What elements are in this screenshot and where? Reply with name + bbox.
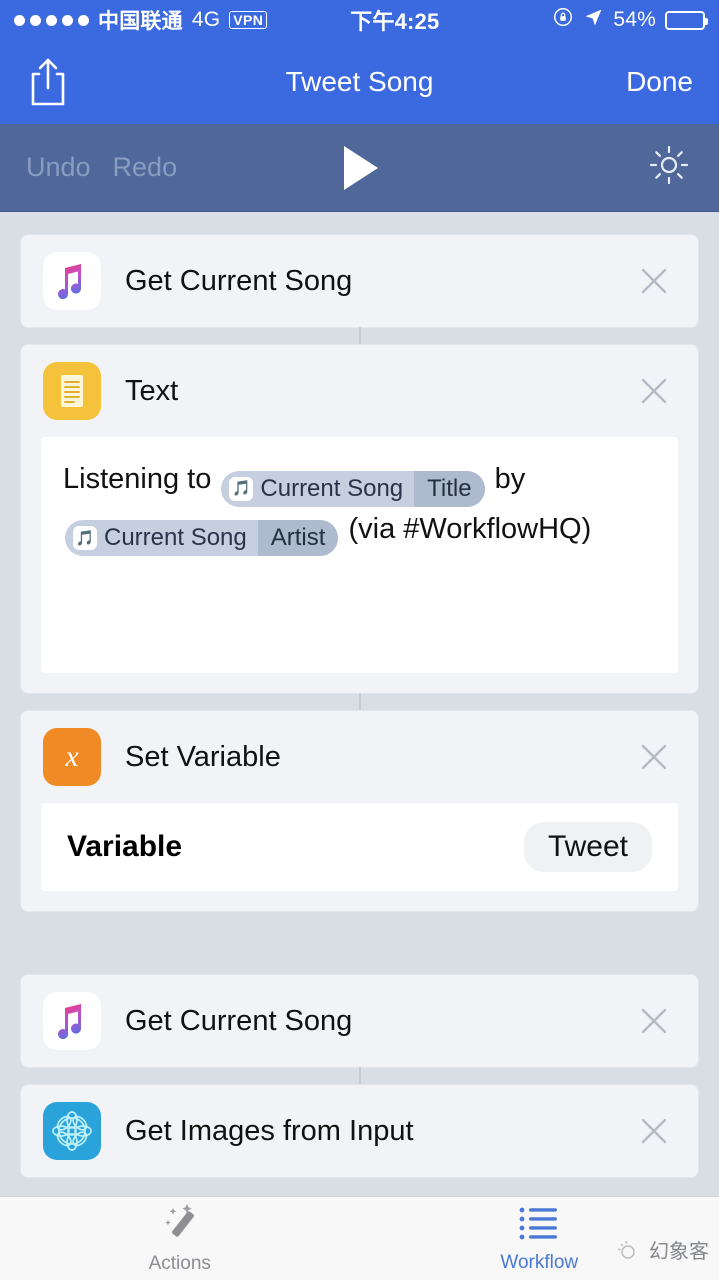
action-title: Text xyxy=(125,374,179,407)
tab-bar: Actions Workflow 幻象客 xyxy=(0,1196,719,1280)
variable-field-label: Variable xyxy=(67,830,183,863)
action-connector xyxy=(20,1068,699,1084)
action-title: Get Current Song xyxy=(125,1004,353,1037)
close-icon[interactable] xyxy=(632,1109,676,1153)
variable-token-artist[interactable]: 🎵 Current Song Artist xyxy=(65,520,339,556)
list-icon xyxy=(516,1203,562,1248)
battery-icon xyxy=(665,10,708,30)
music-note-icon: 🎵 xyxy=(73,526,97,550)
apple-music-icon xyxy=(43,252,101,310)
gear-icon[interactable] xyxy=(645,141,693,194)
action-gap xyxy=(20,912,699,974)
watermark-logo-icon xyxy=(615,1237,641,1263)
signal-dot xyxy=(46,14,57,26)
signal-dot xyxy=(30,14,41,26)
token-property: Title xyxy=(414,470,485,507)
tab-actions[interactable]: Actions xyxy=(0,1202,360,1275)
action-card-header[interactable]: Get Images from Input xyxy=(21,1085,698,1177)
token-property: Artist xyxy=(257,520,339,556)
editor-toolbar: Undo Redo xyxy=(0,124,719,212)
tab-workflow-label: Workflow xyxy=(500,1252,579,1273)
action-card-header[interactable]: Get Current Song xyxy=(21,235,698,327)
close-icon[interactable] xyxy=(632,735,676,779)
close-icon[interactable] xyxy=(632,369,676,413)
watermark-text: 幻象客 xyxy=(649,1241,709,1263)
location-arrow-icon xyxy=(583,7,604,34)
text-input-field[interactable]: Listening to 🎵 Current Song Title by 🎵 Curr… xyxy=(41,437,678,673)
carrier-name: 中国联通 xyxy=(98,10,183,33)
tab-actions-label: Actions xyxy=(148,1253,211,1274)
status-bar-clock: 下午4:25 xyxy=(350,9,440,34)
signal-strength-dots xyxy=(14,14,89,26)
variable-token-title[interactable]: 🎵 Current Song Title xyxy=(221,470,485,507)
vpn-badge: VPN xyxy=(229,10,268,30)
text-segment: Listening to xyxy=(63,463,220,495)
action-title: Set Variable xyxy=(125,740,281,773)
close-icon[interactable] xyxy=(632,259,676,303)
done-button[interactable]: Done xyxy=(626,66,693,98)
workflow-action-list[interactable]: Get Current Song Text Listening to 🎵 Cur… xyxy=(0,212,719,1196)
action-card-header[interactable]: Get Current Song xyxy=(21,975,698,1067)
status-bar: 中国联通 4G VPN 下午4:25 54% xyxy=(0,0,719,40)
token-label: Current Song xyxy=(104,524,247,552)
battery-percent-label: 54% xyxy=(613,8,656,31)
mandala-flower-icon xyxy=(43,1102,101,1160)
status-bar-center: 下午4:25 xyxy=(267,4,552,36)
signal-dot xyxy=(62,14,73,26)
text-segment: by xyxy=(486,463,526,495)
action-card[interactable]: x Set Variable Variable Tweet xyxy=(20,710,699,912)
status-bar-left: 中国联通 4G VPN xyxy=(14,5,268,35)
action-card[interactable]: Get Current Song xyxy=(20,974,699,1068)
app-screen: 中国联通 4G VPN 下午4:25 54% Tweet Song Done U… xyxy=(0,0,719,1280)
action-card[interactable]: Text Listening to 🎵 Current Song Title by … xyxy=(20,344,699,694)
share-button[interactable] xyxy=(26,56,74,108)
close-icon[interactable] xyxy=(632,999,676,1043)
text-document-icon xyxy=(43,362,101,420)
watermark: 幻象客 xyxy=(615,1235,709,1264)
variable-field-row[interactable]: Variable Tweet xyxy=(41,803,678,891)
signal-dot xyxy=(78,14,89,26)
action-card[interactable]: Get Images from Input xyxy=(20,1084,699,1178)
rotation-lock-icon xyxy=(552,6,574,34)
action-card-header[interactable]: x Set Variable xyxy=(21,711,698,803)
action-connector xyxy=(20,328,699,344)
token-label: Current Song xyxy=(260,474,404,502)
music-note-icon: 🎵 xyxy=(229,476,254,501)
apple-music-icon xyxy=(43,992,101,1050)
svg-text:x: x xyxy=(64,740,79,773)
magic-wand-icon xyxy=(157,1202,203,1249)
network-type: 4G xyxy=(191,8,221,31)
variable-field-value[interactable]: Tweet xyxy=(523,822,652,872)
nav-bar: Tweet Song Done xyxy=(0,40,719,124)
page-title: Tweet Song xyxy=(285,66,434,97)
text-segment: (via #WorkflowHQ) xyxy=(340,512,592,545)
signal-dot xyxy=(14,14,25,26)
action-connector xyxy=(20,694,699,710)
action-card-header[interactable]: Text xyxy=(21,345,698,437)
action-title: Get Current Song xyxy=(125,264,353,297)
action-card[interactable]: Get Current Song xyxy=(20,234,699,328)
variable-x-icon: x xyxy=(43,728,101,786)
status-bar-right: 54% xyxy=(552,6,708,34)
action-title: Get Images from Input xyxy=(125,1114,414,1147)
run-button[interactable] xyxy=(0,142,719,194)
